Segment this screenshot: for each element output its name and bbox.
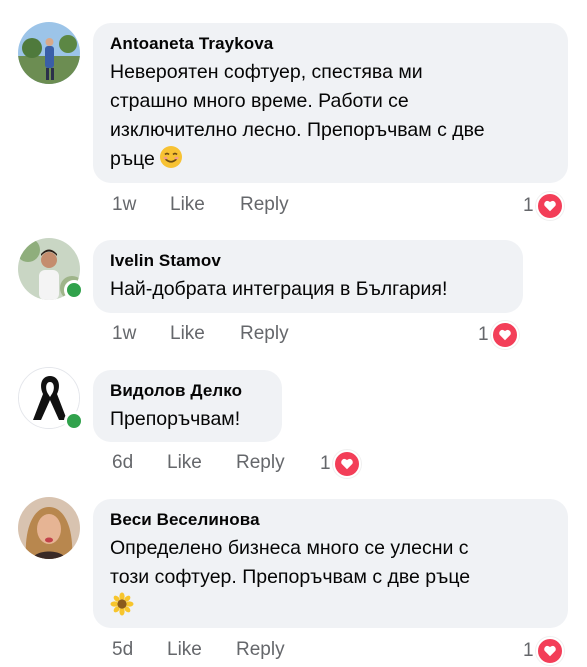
comment-author[interactable]: Ivelin Stamov <box>110 251 507 271</box>
reply-button[interactable]: Reply <box>236 452 285 474</box>
reply-button[interactable]: Reply <box>240 194 289 216</box>
comment-actions: 5d Like Reply <box>112 639 312 665</box>
comment-item: Веси Веселинова Определено бизнеса много… <box>0 490 587 667</box>
comment-author[interactable]: Веси Веселинова <box>110 510 552 530</box>
comment-time[interactable]: 6d <box>112 452 133 474</box>
online-status-indicator <box>64 280 84 300</box>
reaction-count: 1 <box>320 453 331 474</box>
online-status-indicator <box>64 411 84 431</box>
comment-text: Определено бизнеса много се улесни с тоз… <box>110 534 552 625</box>
avatar[interactable] <box>18 497 80 559</box>
comment-bubble: Видолов Делко Препоръчвам! <box>93 370 282 442</box>
reaction-count: 1 <box>523 195 534 216</box>
comment-bubble: Ivelin Stamov Най-добрата интеграция в Б… <box>93 240 523 313</box>
reaction-summary[interactable]: 1 <box>478 321 519 349</box>
sunflower-icon <box>110 592 134 625</box>
comment-author[interactable]: Видолов Делко <box>110 381 266 401</box>
profile-photo-icon <box>18 22 80 84</box>
comment-actions: 1w Like Reply <box>112 323 312 349</box>
avatar[interactable] <box>18 22 80 84</box>
heart-icon <box>332 450 361 478</box>
like-button[interactable]: Like <box>170 194 205 216</box>
heart-icon <box>535 637 564 665</box>
reaction-summary[interactable]: 1 <box>523 192 564 220</box>
reply-button[interactable]: Reply <box>236 639 285 661</box>
comment-author[interactable]: Antoaneta Traykova <box>110 34 552 54</box>
reaction-count: 1 <box>523 640 534 661</box>
reaction-summary[interactable]: 1 <box>523 637 564 665</box>
like-button[interactable]: Like <box>167 639 202 661</box>
comment-text: Препоръчвам! <box>110 408 241 430</box>
comment-bubble: Antoaneta Traykova Невероятен софтуер, с… <box>93 23 568 183</box>
comment-time[interactable]: 1w <box>112 194 136 216</box>
comment-item: Antoaneta Traykova Невероятен софтуер, с… <box>0 0 587 230</box>
profile-photo-icon <box>18 497 80 559</box>
heart-icon <box>490 321 519 349</box>
comment-time[interactable]: 5d <box>112 639 133 661</box>
comment-item: Ivelin Stamov Най-добрата интеграция в Б… <box>0 230 587 360</box>
reaction-summary[interactable]: 1 <box>320 450 361 478</box>
comment-time[interactable]: 1w <box>112 323 136 345</box>
reaction-count: 1 <box>478 324 489 345</box>
comment-text: Невероятен софтуер, спестява ми страшно … <box>110 58 552 178</box>
comment-actions: 1w Like Reply <box>112 194 312 220</box>
like-button[interactable]: Like <box>170 323 205 345</box>
heart-icon <box>535 192 564 220</box>
like-button[interactable]: Like <box>167 452 202 474</box>
comment-actions: 6d Like Reply <box>112 452 312 478</box>
smiling-face-icon <box>159 145 183 178</box>
reply-button[interactable]: Reply <box>240 323 289 345</box>
comment-bubble: Веси Веселинова Определено бизнеса много… <box>93 499 568 628</box>
comment-text: Най-добрата интеграция в България! <box>110 278 448 300</box>
comment-item: Видолов Делко Препоръчвам! 6d Like Reply… <box>0 360 587 490</box>
